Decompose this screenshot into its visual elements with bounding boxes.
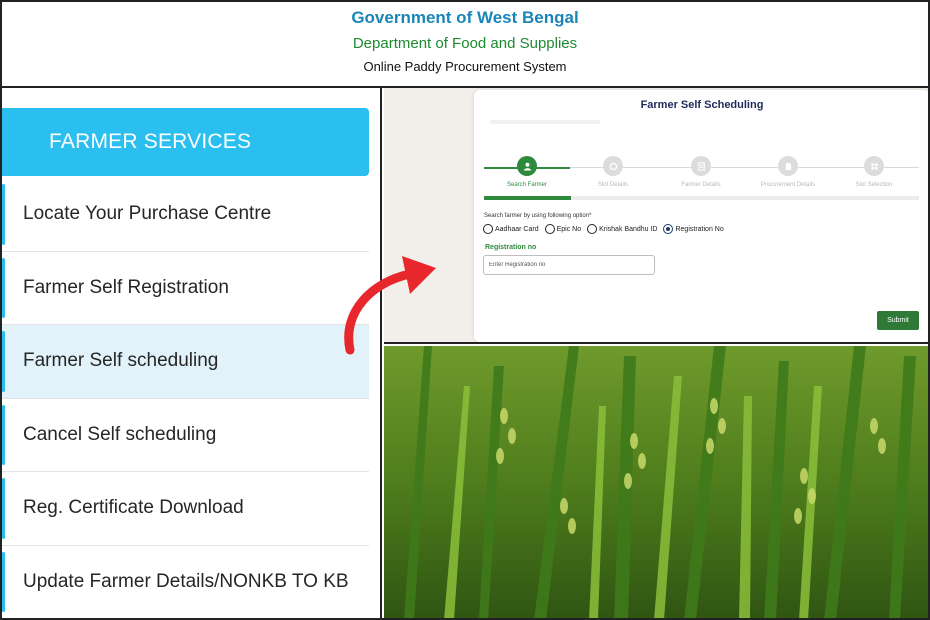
step-label: Search Farmer (506, 182, 547, 188)
service-item-cancel-scheduling[interactable]: Cancel Self scheduling (2, 398, 369, 472)
rice-paddy-photo (384, 346, 928, 618)
step-farmer-details[interactable]: Farmer Details (656, 156, 746, 188)
self-scheduling-screenshot: Farmer Self Scheduling Search Farmer Slo… (384, 88, 928, 344)
step-slot-details[interactable]: Slot Details (568, 156, 658, 188)
radio-label: Registration No (675, 225, 724, 233)
service-item-self-registration[interactable]: Farmer Self Registration (2, 251, 369, 325)
file-icon (778, 156, 798, 176)
grid-icon (864, 156, 884, 176)
step-progress-fill (484, 196, 571, 200)
submit-button[interactable]: Submit (877, 311, 919, 330)
system-title: Online Paddy Procurement System (363, 59, 567, 74)
curved-arrow-icon (344, 256, 436, 355)
step-search-farmer[interactable]: Search Farmer (482, 156, 572, 188)
step-slot-selection[interactable]: Slot Selection (829, 156, 919, 188)
radio-epic-no[interactable]: Epic No (544, 224, 582, 234)
service-item-locate-centre[interactable]: Locate Your Purchase Centre (2, 178, 369, 252)
radio-aadhaar-card[interactable]: Aadhaar Card (483, 224, 539, 234)
faint-breadcrumb (490, 120, 600, 124)
radio-circle[interactable] (663, 224, 674, 234)
site-header: Government of West Bengal Department of … (2, 2, 928, 88)
form-title: Farmer Self Scheduling (640, 99, 764, 111)
clock-icon (603, 156, 623, 176)
radio-circle[interactable] (587, 224, 598, 234)
step-progress-bar (484, 196, 919, 200)
step-label: Farmer Details (681, 182, 721, 188)
farmer-services-panel: FARMER SERVICES Locate Your Purchase Cen… (2, 88, 382, 618)
service-item-certificate-download[interactable]: Reg. Certificate Download (2, 472, 369, 546)
step-label: Procurement Details (760, 182, 816, 188)
service-item-update-details[interactable]: Update Farmer Details/NONKB TO KB (2, 545, 369, 618)
radio-krishak-bandhu-id[interactable]: Krishak Bandhu ID (587, 224, 657, 234)
search-option-label: Search farmer by using following option* (484, 213, 592, 219)
department-title: Department of Food and Supplies (352, 35, 578, 52)
registration-no-label: Registration no (485, 244, 537, 251)
radio-label: Epic No (556, 225, 582, 233)
radio-label: Krishak Bandhu ID (599, 225, 658, 233)
step-procurement-details[interactable]: Procurement Details (743, 156, 833, 188)
page: Government of West Bengal Department of … (0, 0, 930, 620)
registration-no-input[interactable] (483, 255, 655, 275)
farmer-services-list: Locate Your Purchase Centre Farmer Self … (2, 178, 369, 618)
document-icon (691, 156, 711, 176)
radio-circle[interactable] (483, 224, 493, 234)
farmer-services-heading: FARMER SERVICES (2, 108, 369, 176)
radio-label: Aadhaar Card (495, 225, 539, 233)
government-title: Government of West Bengal (351, 8, 579, 27)
radio-registration-no[interactable]: Registration No (663, 224, 724, 234)
step-label: Slot Selection (855, 182, 893, 188)
service-item-self-scheduling[interactable]: Farmer Self scheduling (2, 325, 369, 399)
radio-circle[interactable] (544, 224, 555, 234)
search-option-group: Aadhaar Card Epic No Krishak Bandhu ID R… (483, 224, 724, 234)
person-icon (517, 156, 537, 176)
self-scheduling-card: Farmer Self Scheduling Search Farmer Slo… (474, 90, 928, 342)
step-label: Slot Details (597, 182, 629, 188)
